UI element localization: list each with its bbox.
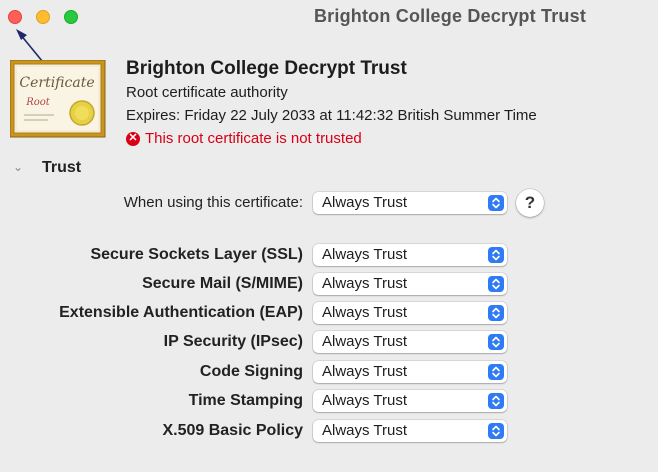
policy-label-code-signing: Code Signing [199,363,303,380]
trust-warning: ✕ This root certificate is not trusted [126,130,362,147]
popup-value: Always Trust [322,194,408,211]
popup-value: Always Trust [322,392,408,409]
popup-value: Always Trust [322,333,408,350]
popup-stepper-icon [488,393,504,409]
policy-popup-x509[interactable]: Always Trust [313,420,507,442]
popup-stepper-icon [488,305,504,321]
when-using-label: When using this certificate: [123,194,303,211]
certificate-icon: Certificate Root [10,60,106,138]
popup-value: Always Trust [322,275,408,292]
popup-stepper-icon [488,276,504,292]
certificate-icon-subtitle: Root [25,97,51,108]
popup-stepper-icon [488,334,504,350]
popup-stepper-icon [488,364,504,380]
certificate-kind: Root certificate authority [126,84,288,101]
popup-value: Always Trust [322,304,408,321]
policy-popup-ssl[interactable]: Always Trust [313,244,507,266]
policy-popup-eap[interactable]: Always Trust [313,302,507,324]
certificate-name: Brighton College Decrypt Trust [126,58,407,79]
certificate-icon-title: Certificate [19,75,94,91]
popup-stepper-icon [488,247,504,263]
policy-label-eap: Extensible Authentication (EAP) [59,304,303,321]
policy-label-x509: X.509 Basic Policy [162,422,303,439]
policy-popup-time-stamping[interactable]: Always Trust [313,390,507,412]
policy-popup-smime[interactable]: Always Trust [313,273,507,295]
policy-label-smime: Secure Mail (S/MIME) [142,275,303,292]
policy-popup-code-signing[interactable]: Always Trust [313,361,507,383]
trust-section-label[interactable]: Trust [42,159,81,177]
when-using-popup[interactable]: Always Trust [313,192,507,214]
policy-popup-ipsec[interactable]: Always Trust [313,331,507,353]
certificate-expiry: Expires: Friday 22 July 2033 at 11:42:32… [126,107,537,124]
trust-warning-text: This root certificate is not trusted [145,130,362,147]
popup-stepper-icon [488,423,504,439]
policy-label-time-stamping: Time Stamping [188,392,303,409]
policy-label-ssl: Secure Sockets Layer (SSL) [90,246,303,263]
chevron-down-icon[interactable]: ⌄ [13,160,23,174]
popup-stepper-icon [488,195,504,211]
popup-value: Always Trust [322,422,408,439]
help-button[interactable]: ? [516,189,544,217]
popup-value: Always Trust [322,246,408,263]
error-icon: ✕ [126,131,140,146]
policy-label-ipsec: IP Security (IPsec) [163,333,303,350]
popup-value: Always Trust [322,363,408,380]
